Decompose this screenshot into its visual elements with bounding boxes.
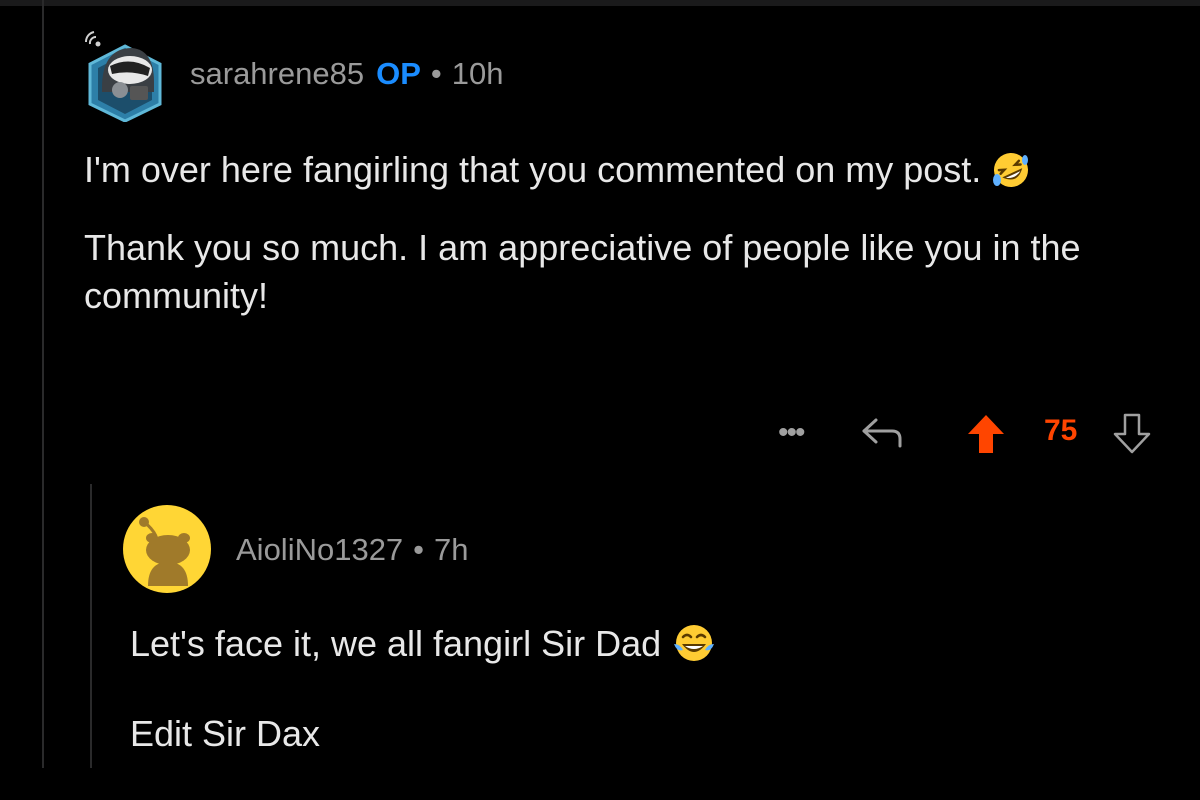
comment-action-bar: ••• 75 (760, 408, 1160, 458)
thread-line[interactable] (42, 0, 44, 768)
rolling-on-floor-laughing-emoji (993, 153, 1029, 187)
comment-paragraph: I'm over here fangirling that you commen… (84, 146, 1174, 194)
downvote-arrow-icon[interactable] (1112, 412, 1152, 456)
reply-username-link[interactable]: AioliNo1327 (236, 532, 403, 567)
reply-thread-line[interactable] (90, 484, 92, 768)
more-options-icon[interactable]: ••• (778, 416, 805, 450)
upvote-arrow-icon[interactable] (966, 412, 1006, 456)
username-link[interactable]: sarahrene85 (190, 56, 364, 91)
comment-body: I'm over here fangirling that you commen… (84, 146, 1174, 350)
reply-text-1: Let's face it, we all fangirl Sir Dad (130, 623, 662, 664)
comment-author-row: sarahrene85 OP • 10h (190, 54, 503, 94)
reply-paragraph: Edit Sir Dax (130, 713, 321, 754)
separator-dot: • (413, 532, 425, 567)
comment-paragraph: Thank you so much. I am appreciative of … (84, 227, 1081, 316)
tears-of-joy-emoji (674, 625, 715, 661)
reply-author-row: AioliNo1327 • 7h (236, 530, 469, 570)
op-badge: OP (376, 56, 421, 91)
vote-count: 75 (1044, 414, 1078, 447)
reply-timestamp: 7h (434, 532, 469, 567)
reply-body: Let's face it, we all fangirl Sir Dad Ed… (130, 620, 1170, 800)
reply-paragraph: Let's face it, we all fangirl Sir Dad (130, 620, 1170, 668)
comment-text-1: I'm over here fangirling that you commen… (84, 149, 982, 190)
top-strip (0, 0, 1200, 6)
comment-timestamp: 10h (451, 56, 504, 91)
robot-avatar-icon[interactable] (80, 26, 170, 122)
snoo-avatar-icon[interactable] (122, 504, 212, 594)
separator-dot: • (430, 56, 442, 91)
reply-arrow-icon[interactable] (860, 414, 906, 450)
